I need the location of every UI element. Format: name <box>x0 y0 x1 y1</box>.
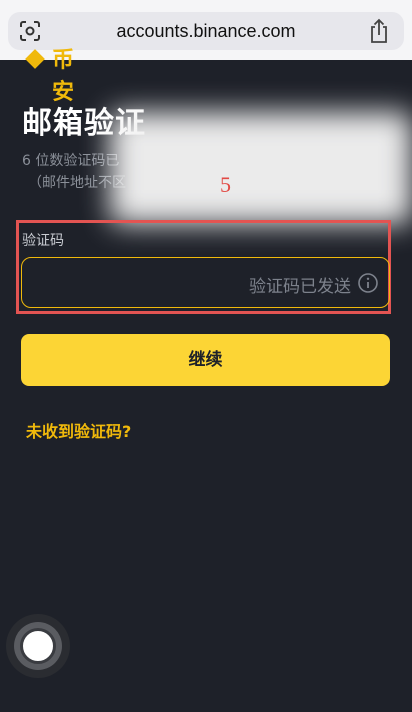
subtitle-line-1: 6 位数验证码已 <box>22 153 120 169</box>
share-icon[interactable] <box>368 18 390 44</box>
redaction-blur <box>110 112 412 224</box>
resend-code-link[interactable]: 未收到验证码? <box>26 418 131 442</box>
assistive-touch-dot <box>20 628 56 664</box>
assistive-touch-icon[interactable] <box>6 614 70 678</box>
code-input-placeholder: 验证码已发送 <box>249 277 351 297</box>
verification-code-input[interactable]: 验证码已发送 <box>21 257 390 308</box>
url-text[interactable]: accounts.binance.com <box>8 21 404 42</box>
annotation-number: 5 <box>220 172 231 197</box>
continue-button[interactable]: 继续 <box>21 334 390 386</box>
info-icon[interactable] <box>357 272 379 294</box>
code-field-label: 验证码 <box>22 233 64 249</box>
logo-text: 币安 <box>52 48 75 105</box>
